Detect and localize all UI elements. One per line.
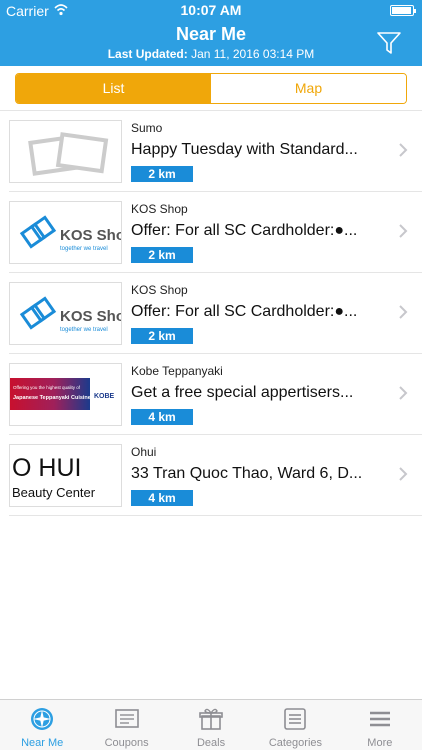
gift-icon	[199, 708, 223, 730]
segment-map[interactable]: Map	[211, 74, 406, 103]
offer-title: 33 Tran Quoc Thao, Ward 6, D...	[131, 465, 363, 482]
tab-bar: Near Me Coupons Deals Categories More	[0, 699, 422, 750]
offer-title: Offer: For all SC Cardholder:●...	[131, 222, 358, 239]
list-item[interactable]: O HUI Beauty Center Ohui 33 Tran Quoc Th…	[9, 435, 422, 516]
tab-label: Deals	[196, 737, 226, 749]
chevron-right-icon	[399, 467, 408, 481]
battery-icon	[390, 5, 416, 16]
svg-text:KOBE: KOBE	[94, 393, 115, 400]
list-item[interactable]: KOS Shop.vn together we travel KOS Shop …	[9, 192, 422, 273]
placeholder-image-icon	[9, 120, 122, 183]
kobe-banner: Offering you the highest quality of Japa…	[9, 363, 122, 426]
merchant-name: Kobe Teppanyaki	[131, 364, 223, 378]
distance-badge: 2 km	[131, 247, 193, 263]
tab-label: Near Me	[21, 737, 64, 749]
offer-title: Happy Tuesday with Standard...	[131, 141, 358, 158]
tab-near-me[interactable]: Near Me	[0, 700, 84, 750]
svg-text:KOS Shop.vn: KOS Shop.vn	[60, 227, 122, 244]
last-updated-value: Jan 11, 2016 03:14 PM	[191, 47, 315, 61]
categories-icon	[284, 708, 307, 730]
segment-list[interactable]: List	[16, 74, 211, 103]
view-segmented-control: List Map	[15, 73, 407, 104]
menu-icon	[369, 711, 390, 727]
offer-list: Sumo Happy Tuesday with Standard... 2 km…	[0, 110, 422, 516]
list-item[interactable]: KOS Shop.vn together we travel KOS Shop …	[9, 273, 422, 354]
tab-label: Categories	[268, 737, 323, 749]
svg-text:Offering you the highest quali: Offering you the highest quality of	[13, 385, 81, 390]
tab-deals[interactable]: Deals	[169, 700, 253, 750]
list-item[interactable]: Offering you the highest quality of Japa…	[9, 354, 422, 435]
svg-text:Japanese Teppanyaki Cuisine: Japanese Teppanyaki Cuisine	[13, 395, 91, 401]
tab-categories[interactable]: Categories	[253, 700, 337, 750]
offer-title: Get a free special appertisers...	[131, 384, 354, 401]
distance-badge: 2 km	[131, 166, 193, 182]
merchant-name: Sumo	[131, 121, 163, 135]
svg-text:Beauty Center: Beauty Center	[12, 485, 96, 500]
offer-title: Offer: For all SC Cardholder:●...	[131, 303, 358, 320]
svg-text:KOS Shop.vn: KOS Shop.vn	[60, 308, 122, 325]
tab-label: More	[367, 737, 393, 749]
last-updated: Last Updated: Jan 11, 2016 03:14 PM	[0, 47, 422, 61]
tab-coupons[interactable]: Coupons	[84, 700, 168, 750]
status-bar: Carrier 10:07 AM	[0, 0, 422, 22]
tab-more[interactable]: More	[338, 700, 422, 750]
chevron-right-icon	[399, 143, 408, 157]
svg-text:O HUI: O HUI	[12, 454, 81, 482]
svg-text:together we travel: together we travel	[60, 327, 108, 333]
kos-shop-logo: KOS Shop.vn together we travel	[9, 282, 122, 345]
kos-shop-logo: KOS Shop.vn together we travel	[9, 201, 122, 264]
nav-header: Carrier 10:07 AM Near Me Last Updated: J…	[0, 0, 422, 66]
merchant-name: Ohui	[131, 445, 157, 459]
list-item[interactable]: Sumo Happy Tuesday with Standard... 2 km	[9, 111, 422, 192]
chevron-right-icon	[399, 224, 408, 238]
tab-label: Coupons	[104, 737, 149, 749]
filter-icon[interactable]	[376, 30, 402, 56]
chevron-right-icon	[399, 305, 408, 319]
coupon-icon	[114, 709, 139, 728]
merchant-name: KOS Shop	[131, 202, 188, 216]
svg-text:together we travel: together we travel	[60, 246, 108, 252]
page-title: Near Me	[175, 24, 247, 44]
distance-badge: 2 km	[131, 328, 193, 344]
clock: 10:07 AM	[180, 2, 242, 18]
distance-badge: 4 km	[131, 409, 193, 425]
merchant-name: KOS Shop	[131, 283, 188, 297]
distance-badge: 4 km	[131, 490, 193, 506]
ohui-logo: O HUI Beauty Center	[9, 444, 122, 507]
last-updated-label: Last Updated:	[107, 47, 188, 61]
chevron-right-icon	[399, 386, 408, 400]
compass-icon	[31, 708, 54, 730]
